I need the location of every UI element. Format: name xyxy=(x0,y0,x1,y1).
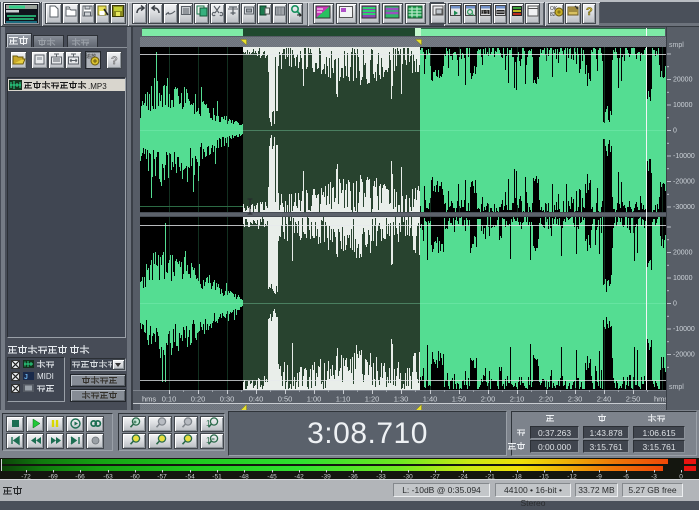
svg-text:-10000: -10000 xyxy=(673,326,695,333)
svg-text:-20000: -20000 xyxy=(673,179,695,186)
svg-text:1: 1 xyxy=(206,419,211,428)
svg-text:0:30: 0:30 xyxy=(220,395,235,404)
svg-text:-20000: -20000 xyxy=(673,352,695,359)
svg-text:.MP3: .MP3 xyxy=(88,82,107,91)
svg-text:10000: 10000 xyxy=(673,275,693,282)
svg-text:1:10: 1:10 xyxy=(336,395,351,404)
svg-text:hms: hms xyxy=(142,395,156,404)
svg-text:1:1: 1:1 xyxy=(482,10,489,15)
svg-text:2:50: 2:50 xyxy=(626,395,641,404)
svg-text:1:50: 1:50 xyxy=(452,395,467,404)
svg-text:0: 0 xyxy=(673,301,677,308)
svg-text:0:50: 0:50 xyxy=(278,395,293,404)
svg-text:20000: 20000 xyxy=(673,77,693,84)
svg-text:smpl: smpl xyxy=(669,384,684,391)
svg-text:-10000: -10000 xyxy=(673,153,695,160)
svg-text:0: 0 xyxy=(673,128,677,135)
svg-text:2:30: 2:30 xyxy=(568,395,583,404)
svg-text:?: ? xyxy=(111,55,118,67)
svg-text:0:40: 0:40 xyxy=(249,395,264,404)
svg-text:1:20: 1:20 xyxy=(365,395,380,404)
svg-text:smpl: smpl xyxy=(669,42,684,49)
svg-text:2:20: 2:20 xyxy=(539,395,554,404)
svg-text:-30000: -30000 xyxy=(673,204,695,211)
svg-text:?: ? xyxy=(586,6,593,18)
svg-text:1:00: 1:00 xyxy=(307,395,322,404)
svg-text:1:40: 1:40 xyxy=(423,395,438,404)
svg-text:1:30: 1:30 xyxy=(394,395,409,404)
svg-text:2:00: 2:00 xyxy=(481,395,496,404)
svg-text:J: J xyxy=(24,374,28,381)
svg-text:20000: 20000 xyxy=(673,250,693,257)
svg-text:10000: 10000 xyxy=(673,102,693,109)
svg-text:2:40: 2:40 xyxy=(597,395,612,404)
svg-text:0:10: 0:10 xyxy=(162,395,177,404)
svg-text:0:20: 0:20 xyxy=(191,395,206,404)
svg-text:1: 1 xyxy=(206,436,211,445)
svg-text:2:10: 2:10 xyxy=(510,395,525,404)
